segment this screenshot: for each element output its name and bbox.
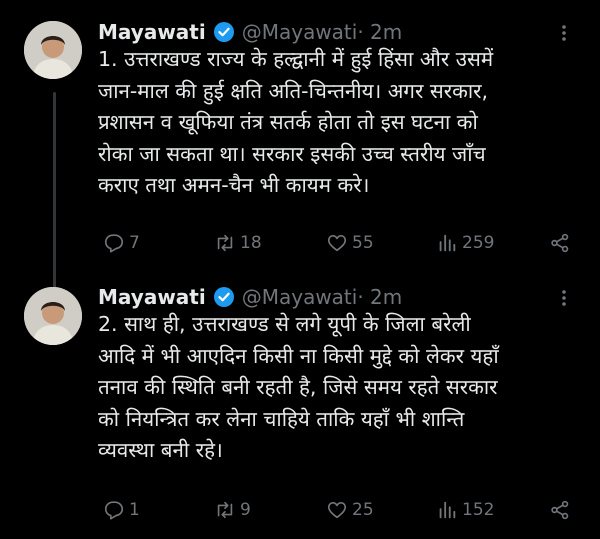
avatar[interactable] — [24, 287, 82, 345]
retweet-icon — [217, 501, 233, 519]
tweet-time[interactable]: · 2m — [357, 285, 402, 309]
author-name[interactable]: Mayawati — [98, 285, 206, 309]
share-icon — [551, 500, 569, 520]
thread-connector-line — [53, 92, 56, 292]
reply-icon — [104, 234, 124, 253]
tweet-actions: 1 9 25 152 — [0, 496, 600, 524]
views-chart-icon — [439, 501, 456, 519]
more-options-icon[interactable] — [554, 288, 574, 308]
reply-button[interactable]: 7 — [103, 229, 140, 257]
view-count: 259 — [462, 233, 495, 253]
avatar-image — [24, 21, 82, 79]
author-name[interactable]: Mayawati — [98, 20, 206, 44]
tweet-actions: 7 18 55 259 — [0, 229, 600, 257]
retweet-count: 9 — [240, 500, 251, 520]
retweet-icon — [217, 234, 233, 252]
reply-button[interactable]: 1 — [103, 496, 140, 524]
author-handle[interactable]: @Mayawati — [242, 285, 358, 309]
tweet-text: 1. उत्तराखण्ड राज्य के हल्द्वानी में हुई… — [98, 47, 494, 197]
retweet-count: 18 — [240, 233, 262, 253]
reply-count: 7 — [129, 233, 140, 253]
tweet-text: 2. साथ ही, उत्तराखण्ड से लगे यूपी के जिल… — [98, 312, 499, 462]
author-handle[interactable]: @Mayawati — [242, 20, 358, 44]
views-button[interactable]: 259 — [436, 229, 494, 257]
avatar-image — [24, 287, 82, 345]
heart-icon — [327, 235, 347, 252]
avatar[interactable] — [24, 21, 82, 79]
reply-icon — [104, 501, 124, 520]
views-button[interactable]: 152 — [436, 496, 494, 524]
like-button[interactable]: 55 — [326, 229, 374, 257]
views-chart-icon — [439, 234, 456, 252]
retweet-button[interactable]: 18 — [214, 229, 262, 257]
tweet-1[interactable]: Mayawati @Mayawati · 2m 1. उत्तराखण्ड रा… — [0, 0, 600, 292]
share-icon — [551, 233, 569, 253]
like-button[interactable]: 25 — [326, 496, 374, 524]
view-count: 152 — [462, 500, 495, 520]
share-button[interactable] — [549, 496, 571, 524]
share-button[interactable] — [549, 229, 571, 257]
reply-count: 1 — [129, 500, 140, 520]
tweet-time[interactable]: · 2m — [357, 20, 402, 44]
tweet-2[interactable]: Mayawati @Mayawati · 2m 2. साथ ही, उत्तर… — [0, 270, 600, 539]
like-count: 25 — [352, 500, 374, 520]
heart-icon — [327, 502, 347, 519]
retweet-button[interactable]: 9 — [214, 496, 251, 524]
like-count: 55 — [352, 233, 374, 253]
more-options-icon[interactable] — [554, 23, 574, 43]
verified-badge-icon — [213, 22, 234, 42]
verified-badge-icon — [213, 287, 234, 307]
